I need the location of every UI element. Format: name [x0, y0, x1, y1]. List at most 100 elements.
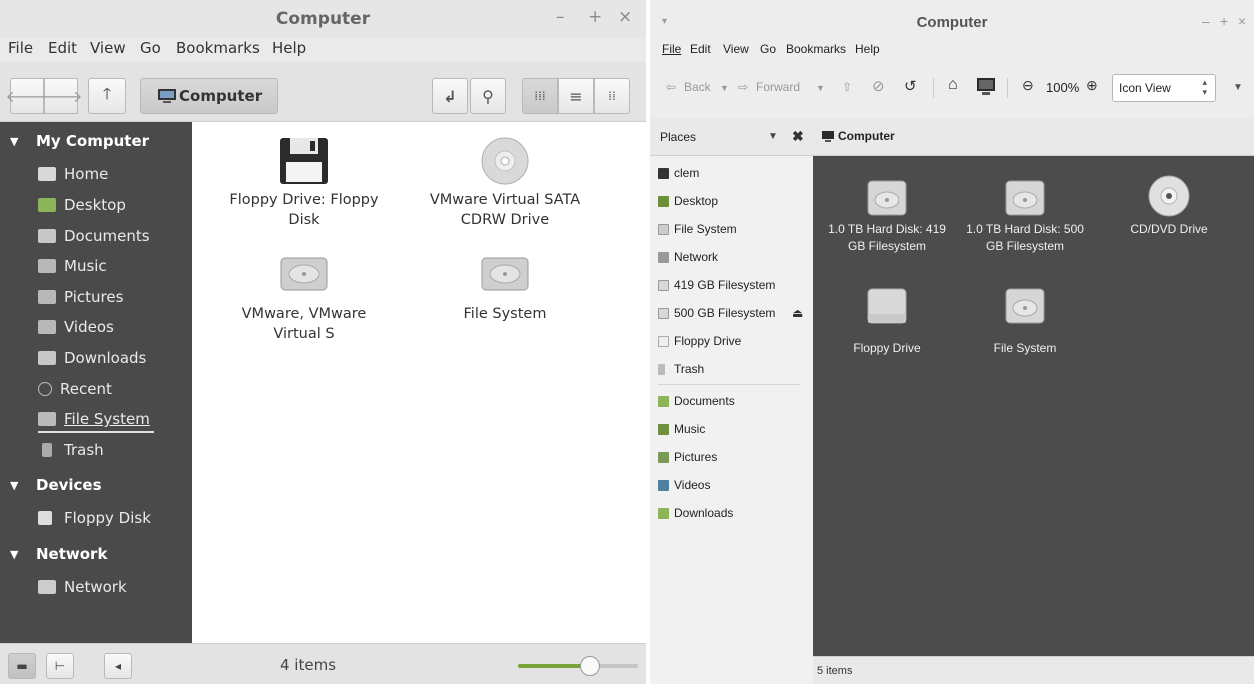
item-file-system[interactable]: File System: [420, 254, 590, 324]
places-divider: [658, 384, 800, 385]
forward-button[interactable]: Forward: [756, 80, 800, 94]
compact-view-button[interactable]: ⁞⁞: [594, 78, 630, 114]
close-button[interactable]: ×: [618, 7, 632, 27]
menu-edit[interactable]: Edit: [690, 42, 711, 56]
zoom-out-icon[interactable]: ⊖: [1022, 77, 1034, 94]
item-label: Floppy Drive: [853, 341, 921, 355]
zoom-slider-handle[interactable]: [580, 656, 600, 676]
close-button[interactable]: ×: [1238, 13, 1246, 29]
location-label: Computer: [179, 87, 263, 105]
sidebar-item-videos[interactable]: Videos: [38, 315, 114, 339]
minimize-button[interactable]: –: [556, 7, 565, 27]
title-bar[interactable]: Computer – + ×: [0, 0, 646, 38]
maximize-button[interactable]: +: [1220, 13, 1228, 29]
back-button[interactable]: Back: [684, 80, 711, 94]
place-item-downloads[interactable]: Downloads: [658, 506, 733, 520]
item-vmware-disk[interactable]: VMware, VMware Virtual S: [224, 254, 384, 344]
sidebar-item-documents[interactable]: Documents: [38, 224, 150, 248]
menu-edit[interactable]: Edit: [48, 39, 77, 57]
show-places-button[interactable]: ▬: [8, 653, 36, 679]
item-1tb-500gb[interactable]: 1.0 TB Hard Disk: 500 GB Filesystem: [965, 178, 1085, 255]
sidebar-item-music[interactable]: Music: [38, 254, 107, 278]
place-item-500gb[interactable]: 500 GB Filesystem: [658, 306, 775, 320]
stop-icon[interactable]: ⊘: [872, 77, 885, 95]
forward-history-icon[interactable]: ▼: [816, 83, 825, 93]
zoom-in-icon[interactable]: ⊕: [1086, 77, 1098, 94]
sidebar-header: Places ▼ ✖: [650, 118, 813, 156]
zoom-slider[interactable]: [518, 656, 638, 676]
home-icon[interactable]: ⌂: [948, 76, 958, 94]
section-my-computer: My Computer: [36, 132, 150, 150]
sidebar-type-dropdown-icon[interactable]: ▼: [768, 131, 778, 142]
expander-icon[interactable]: ▼: [10, 548, 18, 561]
eject-icon[interactable]: ⏏: [792, 306, 803, 320]
place-item-videos[interactable]: Videos: [658, 478, 710, 492]
folder-icon: [658, 479, 669, 491]
computer-icon[interactable]: [976, 77, 996, 97]
location-button[interactable]: Computer: [140, 78, 278, 114]
sidebar-item-desktop[interactable]: Desktop: [38, 193, 126, 217]
item-cdrom-drive[interactable]: VMware Virtual SATA CDRW Drive: [420, 136, 590, 230]
menu-go[interactable]: Go: [760, 42, 776, 56]
sidebar-item-downloads[interactable]: Downloads: [38, 346, 146, 370]
menu-go[interactable]: Go: [140, 39, 161, 57]
reload-icon[interactable]: ↺: [904, 77, 917, 95]
minimize-button[interactable]: –: [1202, 13, 1210, 29]
sidebar-item-home[interactable]: Home: [38, 162, 108, 186]
place-item-clem[interactable]: clem: [658, 166, 699, 180]
maximize-button[interactable]: +: [588, 7, 602, 27]
menu-help[interactable]: Help: [855, 42, 880, 56]
overflow-menu-icon[interactable]: ▼: [1233, 82, 1243, 93]
place-item-pictures[interactable]: Pictures: [658, 450, 717, 464]
file-view[interactable]: Floppy Drive: Floppy Disk VMware Virtual…: [192, 122, 646, 643]
sidebar-item-network[interactable]: Network: [38, 575, 127, 599]
place-item-trash[interactable]: Trash: [658, 362, 704, 376]
menu-bookmarks[interactable]: Bookmarks: [176, 39, 260, 57]
sidebar-item-file-system[interactable]: File System: [38, 407, 150, 431]
item-floppy-drive[interactable]: Floppy Drive: [827, 286, 947, 357]
menu-bookmarks[interactable]: Bookmarks: [786, 42, 846, 56]
place-item-documents[interactable]: Documents: [658, 394, 735, 408]
search-button[interactable]: ⚲: [470, 78, 506, 114]
item-file-system[interactable]: File System: [965, 286, 1085, 357]
menu-file[interactable]: File: [8, 39, 33, 57]
sidebar-item-trash[interactable]: Trash: [38, 438, 104, 462]
sidebar-title: Places: [660, 130, 697, 144]
up-button[interactable]: 🡑: [88, 78, 126, 114]
expander-icon[interactable]: ▼: [10, 479, 18, 492]
item-cdrom[interactable]: CD/DVD Drive: [1109, 174, 1229, 238]
menu-view[interactable]: View: [723, 42, 749, 56]
file-view[interactable]: 1.0 TB Hard Disk: 419 GB Filesystem 1.0 …: [813, 156, 1254, 656]
view-mode-select[interactable]: Icon View ▴ ▾: [1112, 74, 1216, 102]
place-item-419gb[interactable]: 419 GB Filesystem: [658, 278, 775, 292]
harddisk-icon: [1005, 288, 1045, 324]
place-item-music[interactable]: Music: [658, 422, 705, 436]
menu-file[interactable]: File: [662, 42, 681, 56]
toolbar-separator: [933, 78, 934, 98]
place-item-floppy[interactable]: Floppy Drive: [658, 334, 741, 348]
menu-help[interactable]: Help: [272, 39, 306, 57]
toggle-location-button[interactable]: ↲: [432, 78, 468, 114]
list-view-button[interactable]: ≡: [558, 78, 594, 114]
folder-videos-icon: [38, 320, 56, 334]
item-label: VMware Virtual SATA CDRW Drive: [429, 192, 581, 228]
item-floppy-drive[interactable]: Floppy Drive: Floppy Disk: [224, 136, 384, 230]
back-history-icon[interactable]: ▼: [720, 83, 729, 93]
place-item-file-system[interactable]: File System: [658, 222, 737, 236]
show-tree-button[interactable]: ⊢: [46, 653, 74, 679]
forward-button[interactable]: 🡒: [40, 78, 82, 114]
place-item-desktop[interactable]: Desktop: [658, 194, 718, 208]
sidebar-item-pictures[interactable]: Pictures: [38, 285, 123, 309]
menu-view[interactable]: View: [90, 39, 126, 57]
path-button-computer[interactable]: Computer: [821, 129, 895, 143]
up-icon[interactable]: ⇧: [842, 80, 852, 94]
expander-icon[interactable]: ▼: [10, 135, 18, 148]
item-1tb-419gb[interactable]: 1.0 TB Hard Disk: 419 GB Filesystem: [827, 178, 947, 255]
sidebar-item-label: Desktop: [64, 196, 126, 214]
close-sidebar-icon[interactable]: ✖: [792, 128, 804, 145]
hide-sidebar-button[interactable]: ◂: [104, 653, 132, 679]
sidebar-item-floppy-disk[interactable]: Floppy Disk: [38, 506, 151, 530]
icon-view-button[interactable]: ⁞⁞⁞: [522, 78, 558, 114]
place-item-network[interactable]: Network: [658, 250, 718, 264]
sidebar-item-recent[interactable]: Recent: [38, 377, 112, 401]
